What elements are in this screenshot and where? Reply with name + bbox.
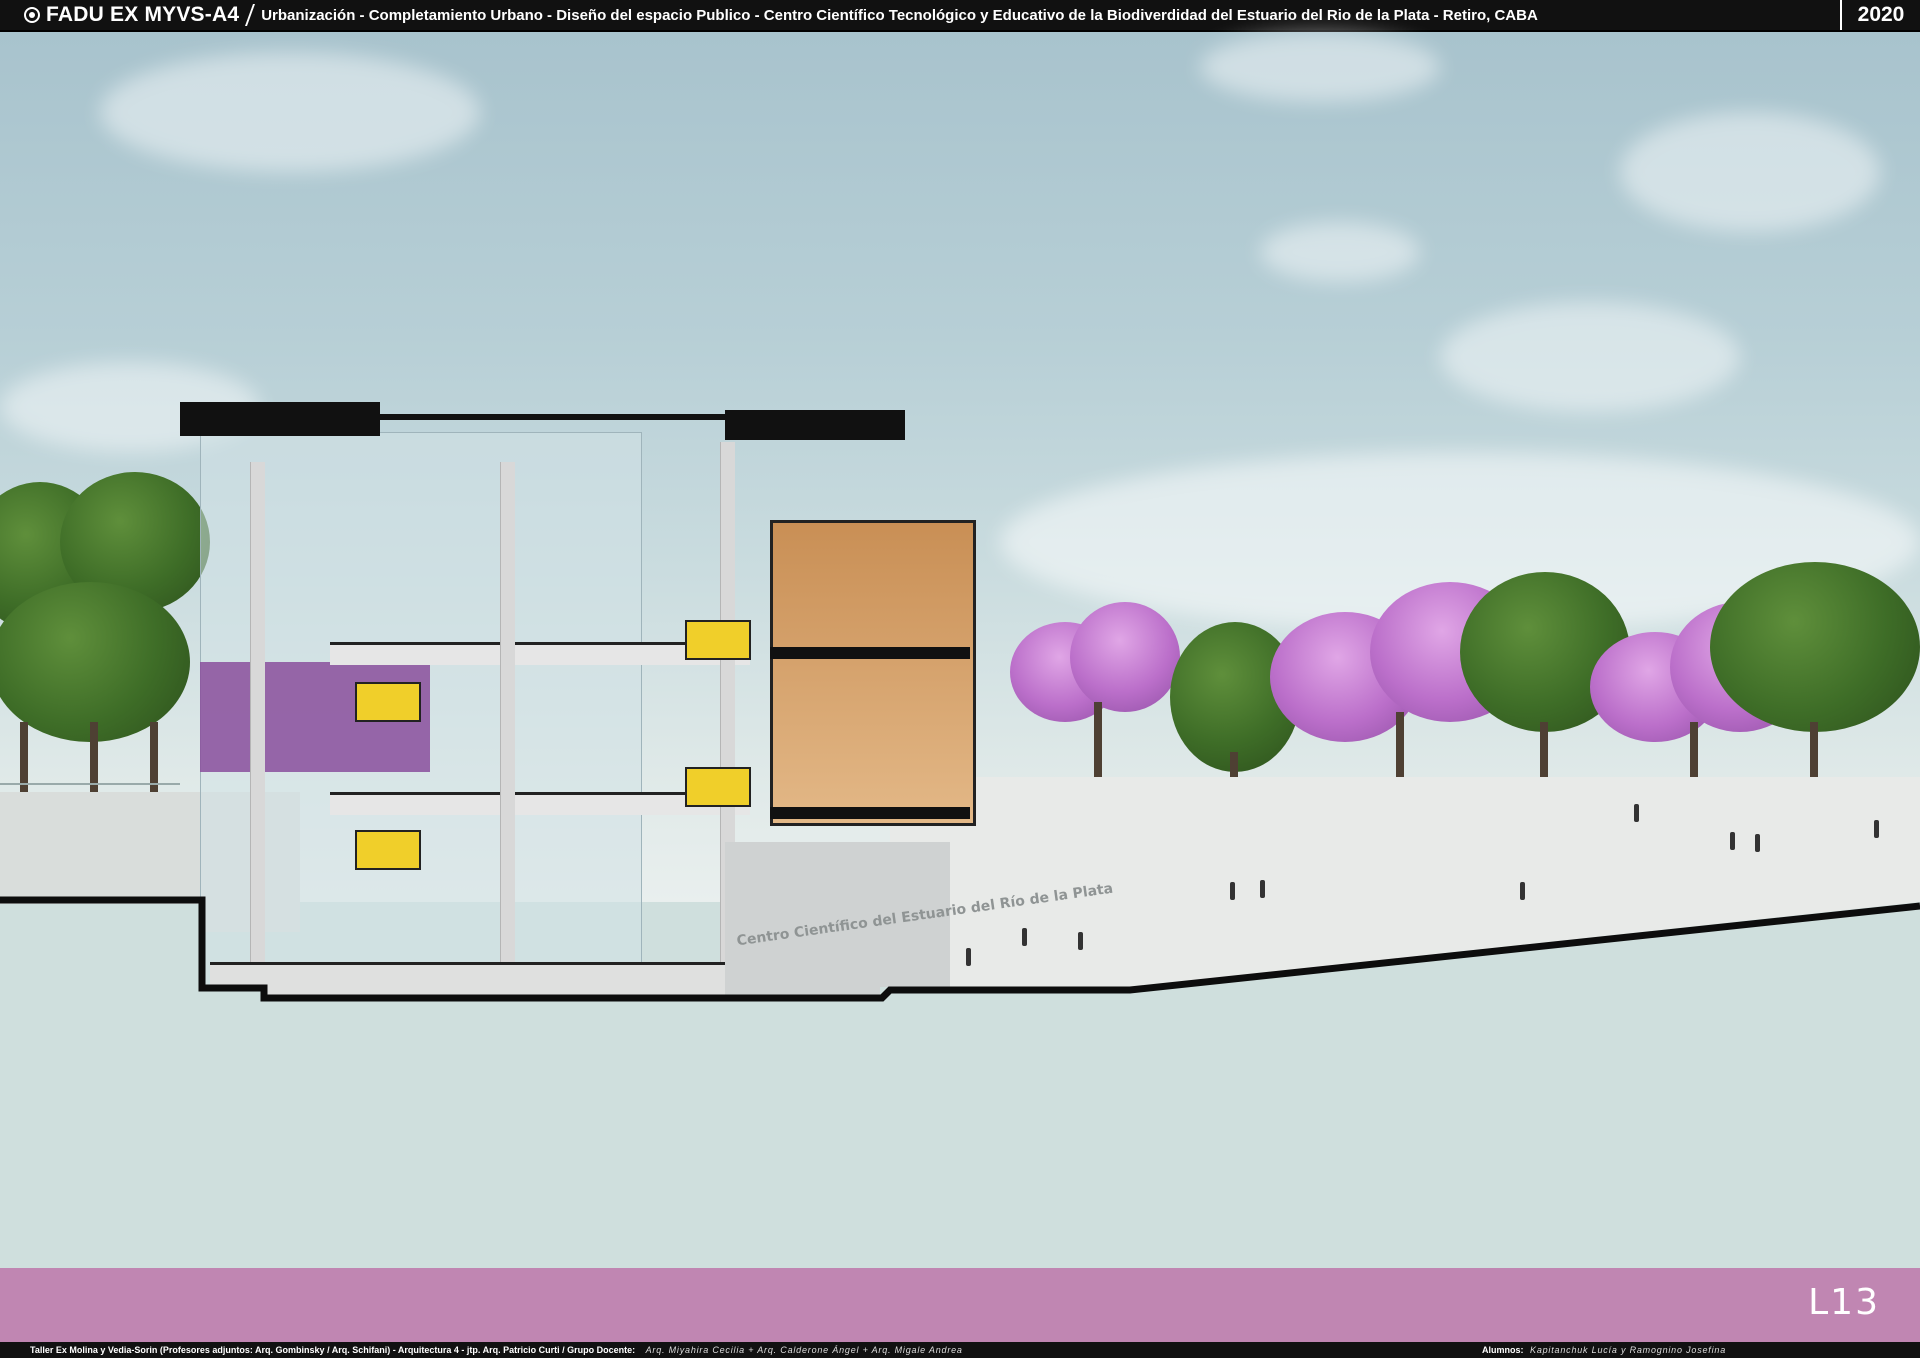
credits-footer: Taller Ex Molina y Vedia-Sorin (Profesor… bbox=[0, 1342, 1920, 1358]
project-subtitle: Urbanización - Completamiento Urbano - D… bbox=[261, 6, 1538, 24]
docentes-text: Arq. Miyahira Cecilia + Arq. Calderone Á… bbox=[645, 1345, 963, 1355]
sheet-band: L13 bbox=[0, 1268, 1920, 1342]
person bbox=[1755, 834, 1760, 852]
alumnos-label: Alumnos: bbox=[1482, 1345, 1524, 1355]
person bbox=[1634, 804, 1639, 822]
students-credits: Alumnos: Kapitanchuk Lucía y Ramognino J… bbox=[1482, 1345, 1726, 1355]
person bbox=[1230, 882, 1235, 900]
section-render: Centro Científico del Estuario del Río d… bbox=[0, 32, 1920, 1032]
person bbox=[1874, 820, 1879, 838]
title-divider bbox=[245, 4, 256, 26]
person bbox=[1078, 932, 1083, 950]
person bbox=[966, 948, 971, 966]
person bbox=[1520, 882, 1525, 900]
person bbox=[1730, 832, 1735, 850]
globe-icon bbox=[24, 7, 40, 23]
title-bar: FADU EX MYVS-A4 Urbanización - Completam… bbox=[0, 0, 1920, 32]
person bbox=[1260, 880, 1265, 898]
taller-text: Taller Ex Molina y Vedia-Sorin (Profesor… bbox=[30, 1345, 636, 1355]
year-badge: 2020 bbox=[1840, 0, 1920, 30]
brand-name: FADU EX MYVS-A4 bbox=[46, 3, 240, 26]
person bbox=[1022, 928, 1027, 946]
alumnos-names: Kapitanchuk Lucía y Ramognino Josefina bbox=[1530, 1345, 1727, 1355]
section-cut-line bbox=[0, 783, 1920, 1032]
taller-credits: Taller Ex Molina y Vedia-Sorin (Profesor… bbox=[30, 1345, 963, 1355]
brand: FADU EX MYVS-A4 bbox=[0, 0, 239, 30]
sheet-number: L13 bbox=[1808, 1282, 1880, 1323]
